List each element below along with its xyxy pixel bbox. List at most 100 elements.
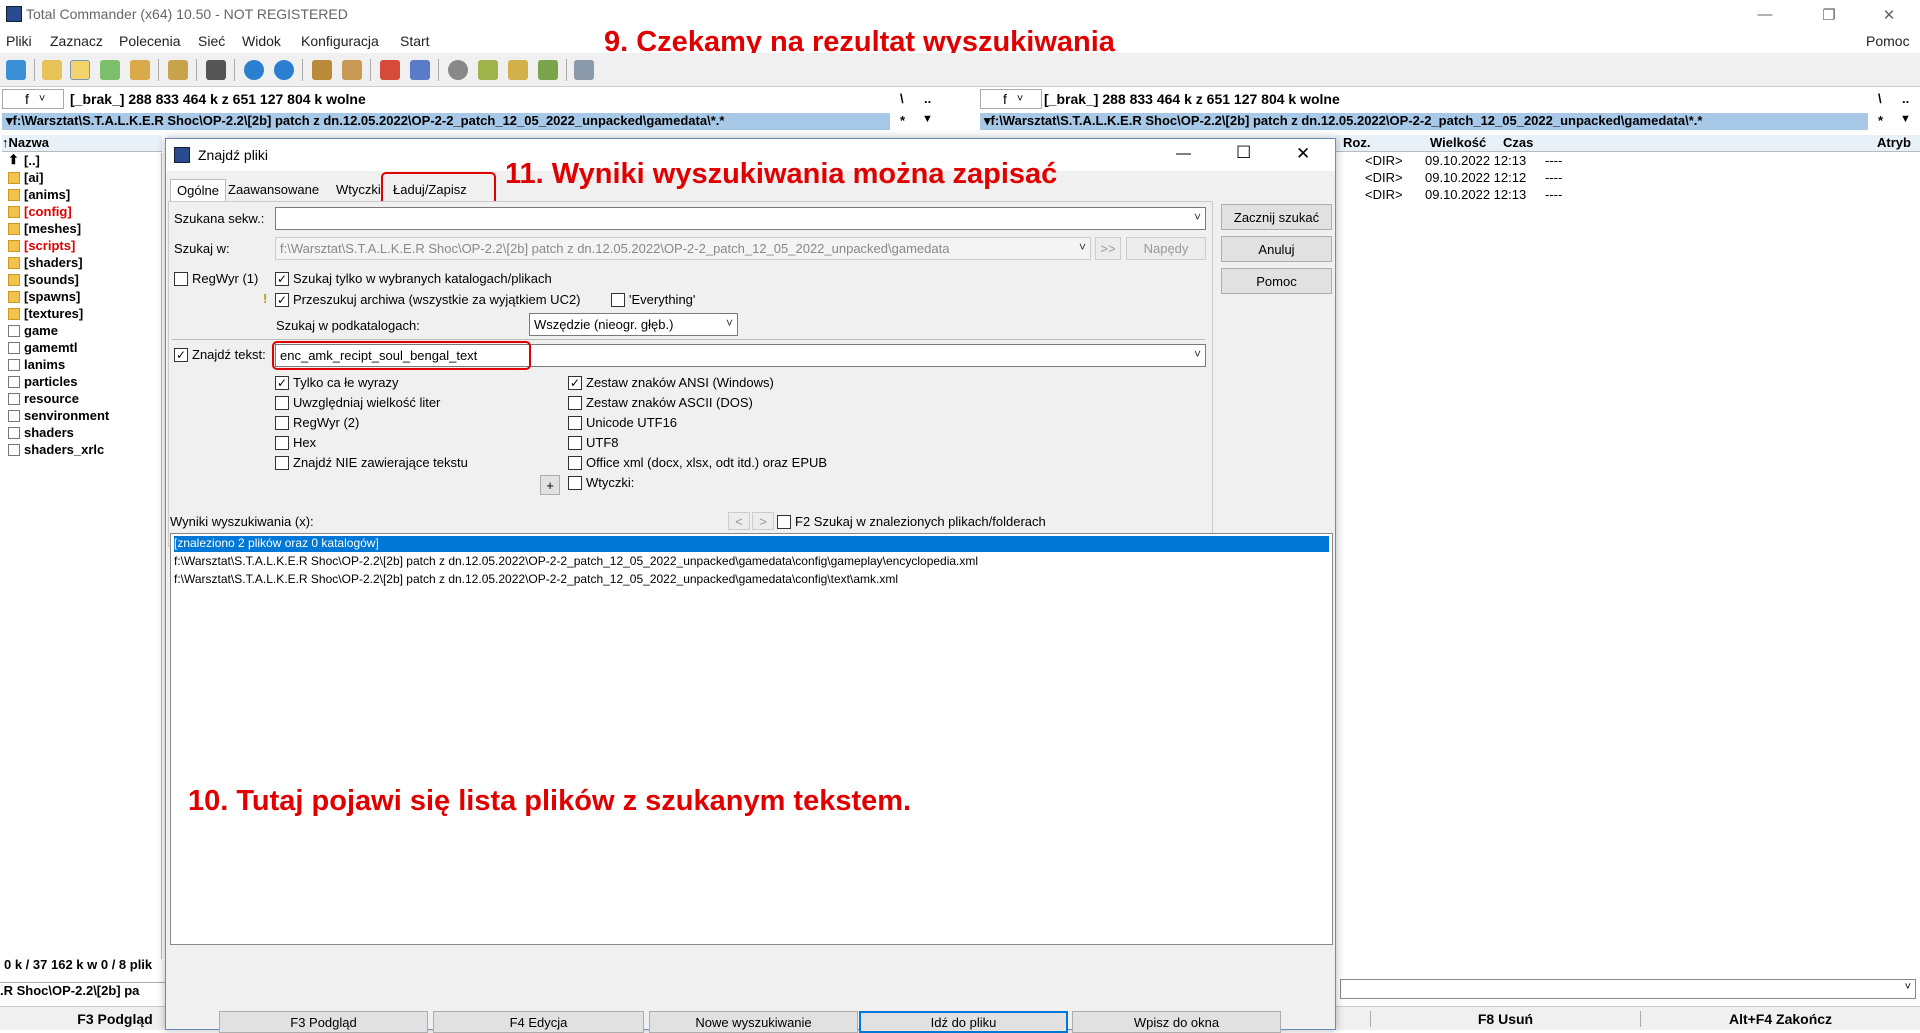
file-item[interactable]: [scripts]: [2, 238, 75, 255]
refresh-icon[interactable]: [6, 60, 26, 80]
result-item[interactable]: f:\Warsztat\S.T.A.L.K.E.R Shoc\OP-2.2\[2…: [174, 572, 898, 588]
find-text-row[interactable]: ✓ Znajdź tekst:: [174, 347, 266, 362]
menu-zaznacz[interactable]: Zaznacz: [50, 33, 103, 49]
option-checkbox[interactable]: [568, 435, 582, 450]
find-text-checkbox[interactable]: ✓: [174, 347, 188, 362]
option-checkbox[interactable]: [568, 455, 582, 470]
file-item[interactable]: [spawns]: [2, 289, 80, 306]
option-checkbox[interactable]: ✓: [275, 375, 289, 390]
pack-icon[interactable]: [312, 60, 332, 80]
fkey-f8-delete[interactable]: F8 Usuń: [1370, 1011, 1640, 1027]
text-option-row[interactable]: Unicode UTF16: [568, 415, 677, 430]
start-search-button[interactable]: Zacznij szukać: [1221, 204, 1332, 230]
text-option-row[interactable]: Zestaw znaków ASCII (DOS): [568, 395, 753, 410]
option-checkbox[interactable]: [275, 435, 289, 450]
right-file-row[interactable]: <DIR> 09.10.2022 12:13 ----: [1335, 153, 1920, 170]
brief-view-icon[interactable]: [42, 60, 62, 80]
everything-row[interactable]: 'Everything': [611, 292, 695, 307]
menu-widok[interactable]: Widok: [242, 33, 281, 49]
search-for-input[interactable]: ˅: [275, 207, 1206, 230]
menu-pliki[interactable]: Pliki: [6, 33, 32, 49]
file-item[interactable]: [shaders]: [2, 255, 83, 272]
option-checkbox[interactable]: [568, 395, 582, 410]
file-item[interactable]: [ai]: [2, 170, 44, 187]
right-root-button[interactable]: \: [1878, 91, 1882, 106]
search-in-input[interactable]: f:\Warsztat\S.T.A.L.K.E.R Shoc\OP-2.2\[2…: [275, 237, 1091, 260]
file-item[interactable]: ⬆ [..]: [2, 152, 40, 170]
right-file-row[interactable]: <DIR> 09.10.2022 12:13 ----: [1335, 187, 1920, 204]
results-prev-button[interactable]: <: [728, 512, 750, 530]
multi-rename-icon[interactable]: [478, 60, 498, 80]
menu-polecenia[interactable]: Polecenia: [119, 33, 181, 49]
full-view-icon[interactable]: [70, 60, 90, 80]
thumbnails-icon[interactable]: [100, 60, 120, 80]
menu-pomoc[interactable]: Pomoc: [1866, 33, 1910, 49]
archives-row[interactable]: ✓ Przeszukuj archiwa (wszystkie za wyjątk…: [275, 292, 581, 307]
left-history-chevron-icon[interactable]: ▼: [922, 113, 933, 125]
back-icon[interactable]: [244, 60, 264, 80]
menu-siec[interactable]: Sieć: [198, 33, 225, 49]
right-col-attr[interactable]: Atryb: [1877, 135, 1911, 150]
right-col-time[interactable]: Czas: [1503, 135, 1533, 150]
file-item[interactable]: shaders_xrlc: [2, 442, 104, 459]
text-option-row[interactable]: Office xml (docx, xlsx, odt itd.) oraz E…: [568, 455, 827, 470]
compare-icon[interactable]: [168, 60, 188, 80]
left-file-list[interactable]: ⬆ [..] [ai] [anims] [config] [meshes] [scripts…: [2, 152, 162, 959]
text-option-row[interactable]: ✓ Zestaw znaków ANSI (Windows): [568, 375, 774, 390]
option-checkbox[interactable]: [275, 455, 289, 470]
more-paths-button[interactable]: >>: [1095, 237, 1121, 260]
option-checkbox[interactable]: ✓: [568, 375, 582, 390]
right-updir-button[interactable]: ..: [1902, 91, 1909, 106]
f2-search-checkbox[interactable]: [777, 514, 791, 529]
dialog-close-button[interactable]: ✕: [1296, 144, 1310, 164]
text-option-row[interactable]: Znajdź NIE zawierające tekstu: [275, 455, 468, 470]
archives-checkbox[interactable]: ✓: [275, 292, 289, 307]
text-option-row[interactable]: UTF8: [568, 435, 619, 450]
left-col-name[interactable]: ↑Nazwa: [2, 135, 162, 152]
drives-button[interactable]: Napędy: [1126, 237, 1206, 260]
option-checkbox[interactable]: [275, 395, 289, 410]
only-selected-checkbox[interactable]: ✓: [275, 271, 289, 286]
left-updir-button[interactable]: ..: [924, 91, 931, 106]
results-summary[interactable]: [znaleziono 2 plików oraz 0 katalogów]: [174, 536, 1329, 552]
forward-icon[interactable]: [274, 60, 294, 80]
option-checkbox[interactable]: [568, 475, 582, 490]
ftp-new-connection-icon[interactable]: [410, 60, 430, 80]
text-option-row[interactable]: Wtyczki:: [568, 475, 634, 490]
tree-icon[interactable]: [130, 60, 150, 80]
text-option-row[interactable]: RegWyr (2): [275, 415, 359, 430]
right-col-size[interactable]: Wielkość: [1430, 135, 1486, 150]
cancel-button[interactable]: Anuluj: [1221, 236, 1332, 262]
tab-general[interactable]: Ogólne: [170, 179, 226, 201]
file-item[interactable]: resource: [2, 391, 79, 408]
only-selected-row[interactable]: ✓ Szukaj tylko w wybranych katalogach/pli…: [275, 271, 552, 286]
file-item[interactable]: [meshes]: [2, 221, 81, 238]
tab-advanced[interactable]: Zaawansowane: [222, 179, 325, 201]
option-checkbox[interactable]: [275, 415, 289, 430]
right-filter-star[interactable]: *: [1878, 113, 1883, 128]
file-item[interactable]: lanims: [2, 357, 65, 374]
right-path-bar[interactable]: ▾f:\Warsztat\S.T.A.L.K.E.R Shoc\OP-2.2\[…: [980, 113, 1868, 130]
fkey-alt-f4-exit[interactable]: Alt+F4 Zakończ: [1640, 1011, 1920, 1027]
results-next-button[interactable]: >: [752, 512, 774, 530]
menu-konfiguracja[interactable]: Konfiguracja: [301, 33, 379, 49]
help-button[interactable]: Pomoc: [1221, 268, 1332, 294]
unpack-icon[interactable]: [342, 60, 362, 80]
add-plugin-button[interactable]: +: [540, 475, 560, 495]
option-checkbox[interactable]: [568, 415, 582, 430]
sync-dirs-icon[interactable]: [508, 60, 528, 80]
left-root-button[interactable]: \: [900, 91, 904, 106]
file-item[interactable]: gamemtl: [2, 340, 77, 357]
left-drive-select[interactable]: f ˅: [2, 89, 64, 109]
tab-plugins[interactable]: Wtyczki: [330, 179, 387, 201]
notepad-icon[interactable]: [574, 60, 594, 80]
file-item[interactable]: [anims]: [2, 187, 70, 204]
result-item[interactable]: f:\Warsztat\S.T.A.L.K.E.R Shoc\OP-2.2\[2…: [174, 554, 978, 570]
right-col-ext[interactable]: Roz.: [1343, 135, 1370, 150]
right-drive-select[interactable]: f ˅: [980, 89, 1042, 109]
results-list[interactable]: [znaleziono 2 plików oraz 0 katalogów] f:…: [170, 533, 1333, 945]
right-file-row[interactable]: <DIR> 09.10.2022 12:12 ----: [1335, 170, 1920, 187]
minimize-button[interactable]: —: [1742, 0, 1788, 29]
regex1-checkbox[interactable]: [174, 271, 188, 286]
left-filter-star[interactable]: *: [900, 113, 905, 128]
